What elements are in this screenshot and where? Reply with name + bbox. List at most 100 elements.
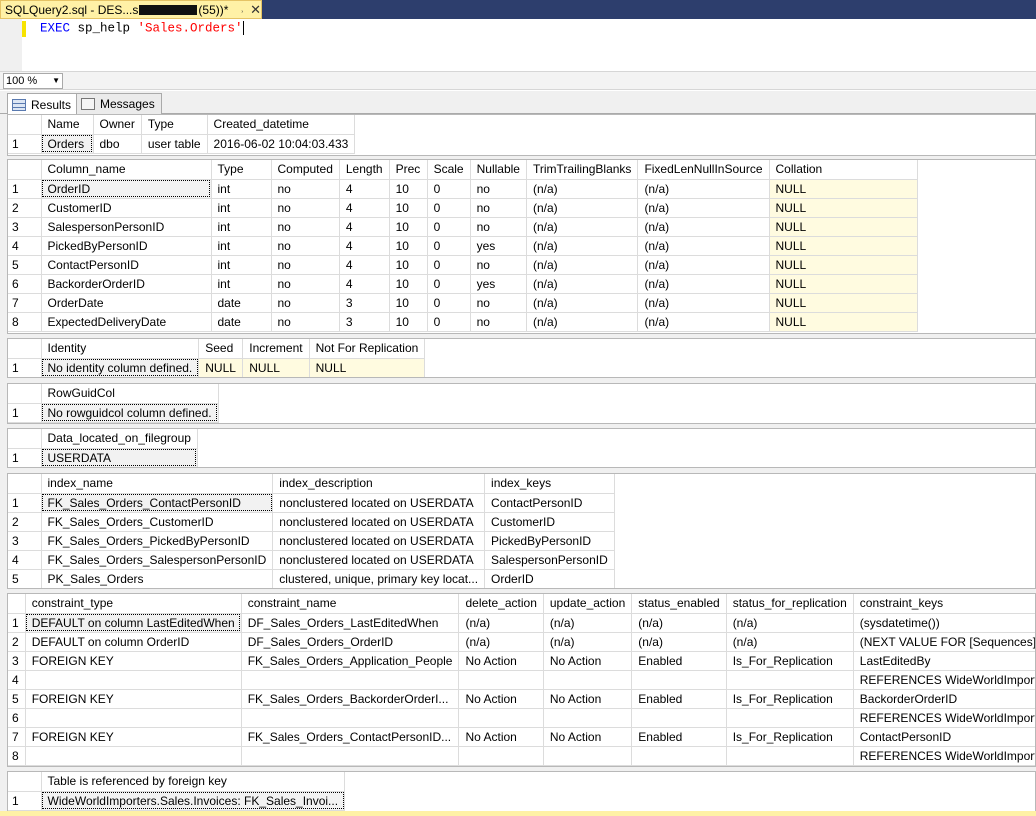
grid-cell[interactable]: 3: [339, 293, 390, 313]
grid-cell[interactable]: FK_Sales_Orders_ContactPersonID: [41, 493, 274, 513]
column-header[interactable]: Prec: [389, 160, 428, 180]
grid-cell[interactable]: No rowguidcol column defined.: [41, 403, 219, 423]
grid-cell[interactable]: FOREIGN KEY: [25, 727, 242, 747]
column-header[interactable]: Seed: [198, 339, 244, 359]
grid-cell[interactable]: nonclustered located on USERDATA: [272, 550, 486, 570]
grid-cell[interactable]: Orders: [41, 134, 94, 154]
grid-cell[interactable]: REFERENCES WideWorldImporters.Appli...: [853, 670, 1035, 690]
grid-corner[interactable]: [8, 115, 42, 135]
grid-cell[interactable]: (n/a): [637, 217, 770, 237]
grid-cell[interactable]: nonclustered located on USERDATA: [272, 531, 486, 551]
grid-cell[interactable]: (n/a): [526, 255, 639, 275]
grid-cell[interactable]: FK_Sales_Orders_SalespersonPersonID: [41, 550, 274, 570]
grid-cell[interactable]: clustered, unique, primary key locat...: [272, 569, 486, 588]
grid-cell[interactable]: nonclustered located on USERDATA: [272, 493, 486, 513]
grid-cell[interactable]: 4: [339, 274, 390, 294]
grid-cell[interactable]: no: [271, 236, 340, 256]
grid-cell[interactable]: (n/a): [526, 274, 639, 294]
grid-cell[interactable]: (n/a): [526, 179, 639, 199]
row-number[interactable]: 1: [8, 358, 42, 377]
grid-cell[interactable]: 10: [389, 255, 428, 275]
result-grid-rowguid-info[interactable]: RowGuidCol 1 No rowguidcol column defined.: [7, 383, 1036, 424]
grid-cell[interactable]: int: [211, 236, 272, 256]
results-grid-area[interactable]: Name Owner Type Created_datetime 1 Orders dbo u…: [0, 114, 1036, 816]
grid-cell[interactable]: 0: [427, 236, 471, 256]
grid-cell[interactable]: (n/a): [458, 613, 544, 633]
grid-cell[interactable]: no: [470, 312, 527, 332]
table-row[interactable]: 5 FOREIGN KEY FK_Sales_Orders_BackorderOrd…: [8, 689, 1035, 709]
row-number[interactable]: 1: [8, 493, 42, 513]
grid-cell[interactable]: [25, 708, 242, 728]
grid-cell[interactable]: int: [211, 255, 272, 275]
grid-cell[interactable]: date: [211, 293, 272, 313]
grid-cell[interactable]: no: [271, 217, 340, 237]
grid-cell[interactable]: int: [211, 198, 272, 218]
grid-cell[interactable]: FK_Sales_Orders_CustomerID: [41, 512, 274, 532]
row-number[interactable]: 7: [8, 727, 26, 747]
result-grid-filegroup-info[interactable]: Data_located_on_filegroup 1 USERDATA: [7, 428, 1036, 468]
result-grid-index-info[interactable]: index_name index_description index_keys 1 FK…: [7, 473, 1036, 589]
grid-cell[interactable]: NULL: [769, 255, 918, 275]
column-header[interactable]: Data_located_on_filegroup: [41, 429, 198, 449]
table-row[interactable]: 4 REFERENCES WideWorldImporters.Appli...: [8, 670, 1035, 690]
grid-cell[interactable]: [726, 670, 854, 690]
row-number[interactable]: 3: [8, 651, 26, 671]
row-number[interactable]: 1: [8, 134, 42, 154]
grid-cell[interactable]: 0: [427, 179, 471, 199]
table-row[interactable]: 3 SalespersonPersonID int no 4 10 0 no (n/a) (n/a…: [8, 217, 918, 237]
grid-cell[interactable]: Enabled: [631, 689, 727, 709]
grid-cell[interactable]: 10: [389, 236, 428, 256]
table-row[interactable]: 3 FOREIGN KEY FK_Sales_Orders_Application_…: [8, 651, 1035, 671]
table-row[interactable]: 5 PK_Sales_Orders clustered, unique, prima…: [8, 569, 615, 588]
grid-cell[interactable]: [631, 746, 727, 766]
grid-cell[interactable]: no: [470, 198, 527, 218]
column-header[interactable]: constraint_name: [241, 594, 460, 614]
grid-cell[interactable]: REFERENCES WideWorldImporters.Appli...: [853, 746, 1035, 766]
grid-cell[interactable]: NULL: [769, 293, 918, 313]
grid-cell[interactable]: FK_Sales_Orders_BackorderOrderI...: [241, 689, 460, 709]
code-line-1[interactable]: EXEC sp_help 'Sales.Orders': [40, 21, 244, 35]
grid-cell[interactable]: no: [470, 255, 527, 275]
grid-cell[interactable]: NULL: [769, 274, 918, 294]
zoom-dropdown[interactable]: 100 % ▼: [3, 73, 63, 89]
grid-cell[interactable]: [631, 708, 727, 728]
grid-corner[interactable]: [8, 384, 42, 404]
grid-cell[interactable]: No Action: [543, 651, 633, 671]
row-number[interactable]: 2: [8, 632, 26, 652]
column-header[interactable]: Collation: [769, 160, 918, 180]
grid-cell[interactable]: No Action: [458, 689, 544, 709]
grid-cell[interactable]: FK_Sales_Orders_Application_People: [241, 651, 460, 671]
query-editor[interactable]: EXEC sp_help 'Sales.Orders': [0, 19, 1036, 71]
row-number[interactable]: 4: [8, 550, 42, 570]
grid-cell[interactable]: 0: [427, 217, 471, 237]
document-tab[interactable]: SQLQuery2.sql - DES...s (55))* ˒ ✕: [0, 0, 262, 19]
row-number[interactable]: 6: [8, 274, 42, 294]
table-row[interactable]: 1 USERDATA: [8, 448, 198, 467]
grid-cell[interactable]: [543, 746, 633, 766]
table-row[interactable]: 6 REFERENCES WideWorldImporters.Sale...: [8, 708, 1035, 728]
column-header[interactable]: Column_name: [41, 160, 212, 180]
grid-corner[interactable]: [8, 160, 42, 180]
column-header[interactable]: Owner: [93, 115, 142, 135]
grid-cell[interactable]: (NEXT VALUE FOR [Sequences].[OrderID]): [853, 632, 1035, 652]
row-number[interactable]: 6: [8, 708, 26, 728]
row-number[interactable]: 5: [8, 689, 26, 709]
table-row[interactable]: 7 OrderDate date no 3 10 0 no (n/a) (n/a) NULL: [8, 293, 918, 313]
row-number[interactable]: 1: [8, 179, 42, 199]
grid-cell[interactable]: (n/a): [526, 293, 639, 313]
grid-cell[interactable]: No Action: [458, 651, 544, 671]
column-header[interactable]: constraint_keys: [853, 594, 1035, 614]
grid-cell[interactable]: PickedByPersonID: [41, 236, 212, 256]
row-number[interactable]: 2: [8, 198, 42, 218]
table-row[interactable]: 1 Orders dbo user table 2016-06-02 10:04:03.…: [8, 134, 356, 154]
grid-cell[interactable]: ExpectedDeliveryDate: [41, 312, 212, 332]
column-header[interactable]: Computed: [271, 160, 340, 180]
grid-cell[interactable]: FOREIGN KEY: [25, 689, 242, 709]
row-number[interactable]: 8: [8, 312, 42, 332]
grid-cell[interactable]: 4: [339, 236, 390, 256]
column-header[interactable]: index_description: [272, 474, 486, 494]
grid-cell[interactable]: no: [271, 179, 340, 199]
grid-cell[interactable]: OrderDate: [41, 293, 212, 313]
row-number[interactable]: 4: [8, 670, 26, 690]
grid-cell[interactable]: Is_For_Replication: [726, 651, 854, 671]
